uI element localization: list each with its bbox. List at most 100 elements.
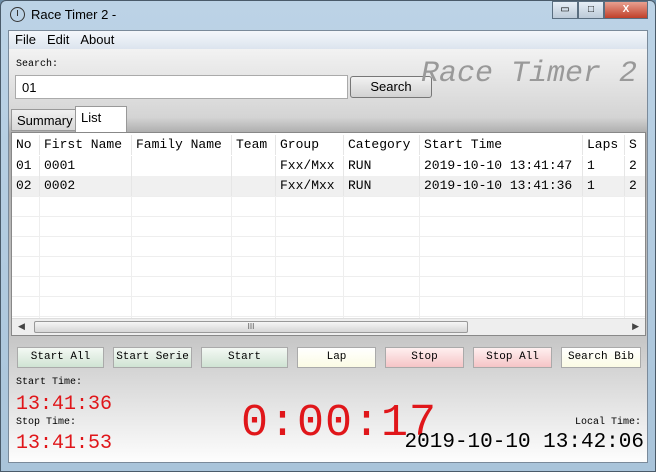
empty-cell (232, 197, 276, 216)
cell: 02 (12, 176, 40, 196)
menu-edit[interactable]: Edit (41, 31, 74, 49)
empty-cell (232, 297, 276, 316)
cell: RUN (344, 176, 420, 196)
col-laps[interactable]: Laps (583, 135, 625, 155)
cell: 0002 (40, 176, 132, 196)
empty-cell (625, 257, 645, 276)
empty-cell (232, 237, 276, 256)
empty-cell (276, 237, 344, 256)
local-time-value: 2019-10-10 13:42:06 (404, 431, 644, 454)
menu-about[interactable]: About (74, 31, 119, 49)
app-logo: Race Timer 2 (421, 57, 638, 91)
start-time-value: 13:41:36 (16, 393, 113, 416)
col-no[interactable]: No (12, 135, 40, 155)
empty-cell (625, 277, 645, 296)
empty-cell (583, 297, 625, 316)
maximize-button[interactable]: □ (578, 1, 604, 19)
empty-cell (420, 237, 583, 256)
empty-row (12, 236, 645, 256)
scroll-thumb[interactable]: III (34, 321, 468, 333)
menu-file[interactable]: File (9, 31, 41, 49)
empty-cell (583, 197, 625, 216)
empty-cell (625, 217, 645, 236)
empty-cell (132, 237, 232, 256)
cell (132, 176, 232, 196)
search-bib-button[interactable]: Search Bib (561, 347, 641, 368)
stop-time-value: 13:41:53 (16, 432, 113, 455)
empty-cell (12, 257, 40, 276)
empty-cell (276, 217, 344, 236)
results-table: No First Name Family Name Team Group Cat… (11, 132, 646, 336)
empty-cell (344, 197, 420, 216)
col-start-time[interactable]: Start Time (420, 135, 583, 155)
table-header: No First Name Family Name Team Group Cat… (12, 135, 645, 155)
cell: 2 (625, 156, 645, 176)
empty-cell (232, 277, 276, 296)
start-all-button[interactable]: Start All (17, 347, 104, 368)
search-input[interactable]: 01 (15, 75, 348, 99)
empty-cell (583, 277, 625, 296)
empty-cell (12, 277, 40, 296)
cell: 2019-10-10 13:41:36 (420, 176, 583, 196)
table-row[interactable]: 02 0002 Fxx/Mxx RUN 2019-10-10 13:41:36 … (12, 176, 645, 196)
empty-cell (276, 197, 344, 216)
empty-cell (583, 217, 625, 236)
close-button[interactable]: X (604, 1, 648, 19)
table-row[interactable]: 01 0001 Fxx/Mxx RUN 2019-10-10 13:41:47 … (12, 156, 645, 176)
local-time-label: Local Time: (574, 417, 641, 428)
cell: 1 (583, 156, 625, 176)
empty-row (12, 216, 645, 236)
scroll-left-icon[interactable]: ◀ (18, 321, 25, 332)
col-family-name[interactable]: Family Name (132, 135, 232, 155)
search-button[interactable]: Search (350, 76, 432, 98)
empty-cell (40, 277, 132, 296)
empty-cell (12, 217, 40, 236)
stopwatch-icon (10, 7, 25, 22)
col-category[interactable]: Category (344, 135, 420, 155)
empty-cell (232, 217, 276, 236)
empty-cell (132, 257, 232, 276)
stop-time-label: Stop Time: (16, 417, 77, 428)
empty-cell (344, 277, 420, 296)
scroll-right-icon[interactable]: ▶ (632, 321, 639, 332)
col-group[interactable]: Group (276, 135, 344, 155)
menu-bar: File Edit About (9, 31, 647, 49)
cell: 1 (583, 176, 625, 196)
empty-cell (583, 257, 625, 276)
empty-cell (420, 277, 583, 296)
cell: Fxx/Mxx (276, 156, 344, 176)
empty-cell (132, 277, 232, 296)
tab-summary[interactable]: Summary (11, 109, 79, 131)
search-label: Search: (16, 59, 59, 70)
empty-cell (276, 257, 344, 276)
empty-cell (12, 237, 40, 256)
minimize-button[interactable]: ▭ (552, 1, 578, 19)
empty-cell (344, 297, 420, 316)
col-s[interactable]: S (625, 135, 645, 155)
stop-all-button[interactable]: Stop All (473, 347, 552, 368)
empty-cell (420, 217, 583, 236)
empty-cell (344, 257, 420, 276)
tab-list[interactable]: List (75, 106, 127, 132)
empty-cell (420, 257, 583, 276)
empty-cell (276, 277, 344, 296)
col-first-name[interactable]: First Name (40, 135, 132, 155)
empty-cell (12, 297, 40, 316)
empty-cell (420, 297, 583, 316)
horizontal-scrollbar[interactable]: ◀ III ▶ (12, 318, 645, 335)
cell: RUN (344, 156, 420, 176)
start-button[interactable]: Start (201, 347, 288, 368)
empty-cell (132, 297, 232, 316)
empty-cell (625, 297, 645, 316)
start-serie-button[interactable]: Start Serie (113, 347, 192, 368)
empty-cell (276, 297, 344, 316)
lap-button[interactable]: Lap (297, 347, 376, 368)
empty-cell (40, 197, 132, 216)
stop-button[interactable]: Stop (385, 347, 464, 368)
cell (132, 156, 232, 176)
empty-cell (40, 297, 132, 316)
col-team[interactable]: Team (232, 135, 276, 155)
empty-cell (40, 257, 132, 276)
empty-row (12, 196, 645, 216)
empty-cell (40, 217, 132, 236)
